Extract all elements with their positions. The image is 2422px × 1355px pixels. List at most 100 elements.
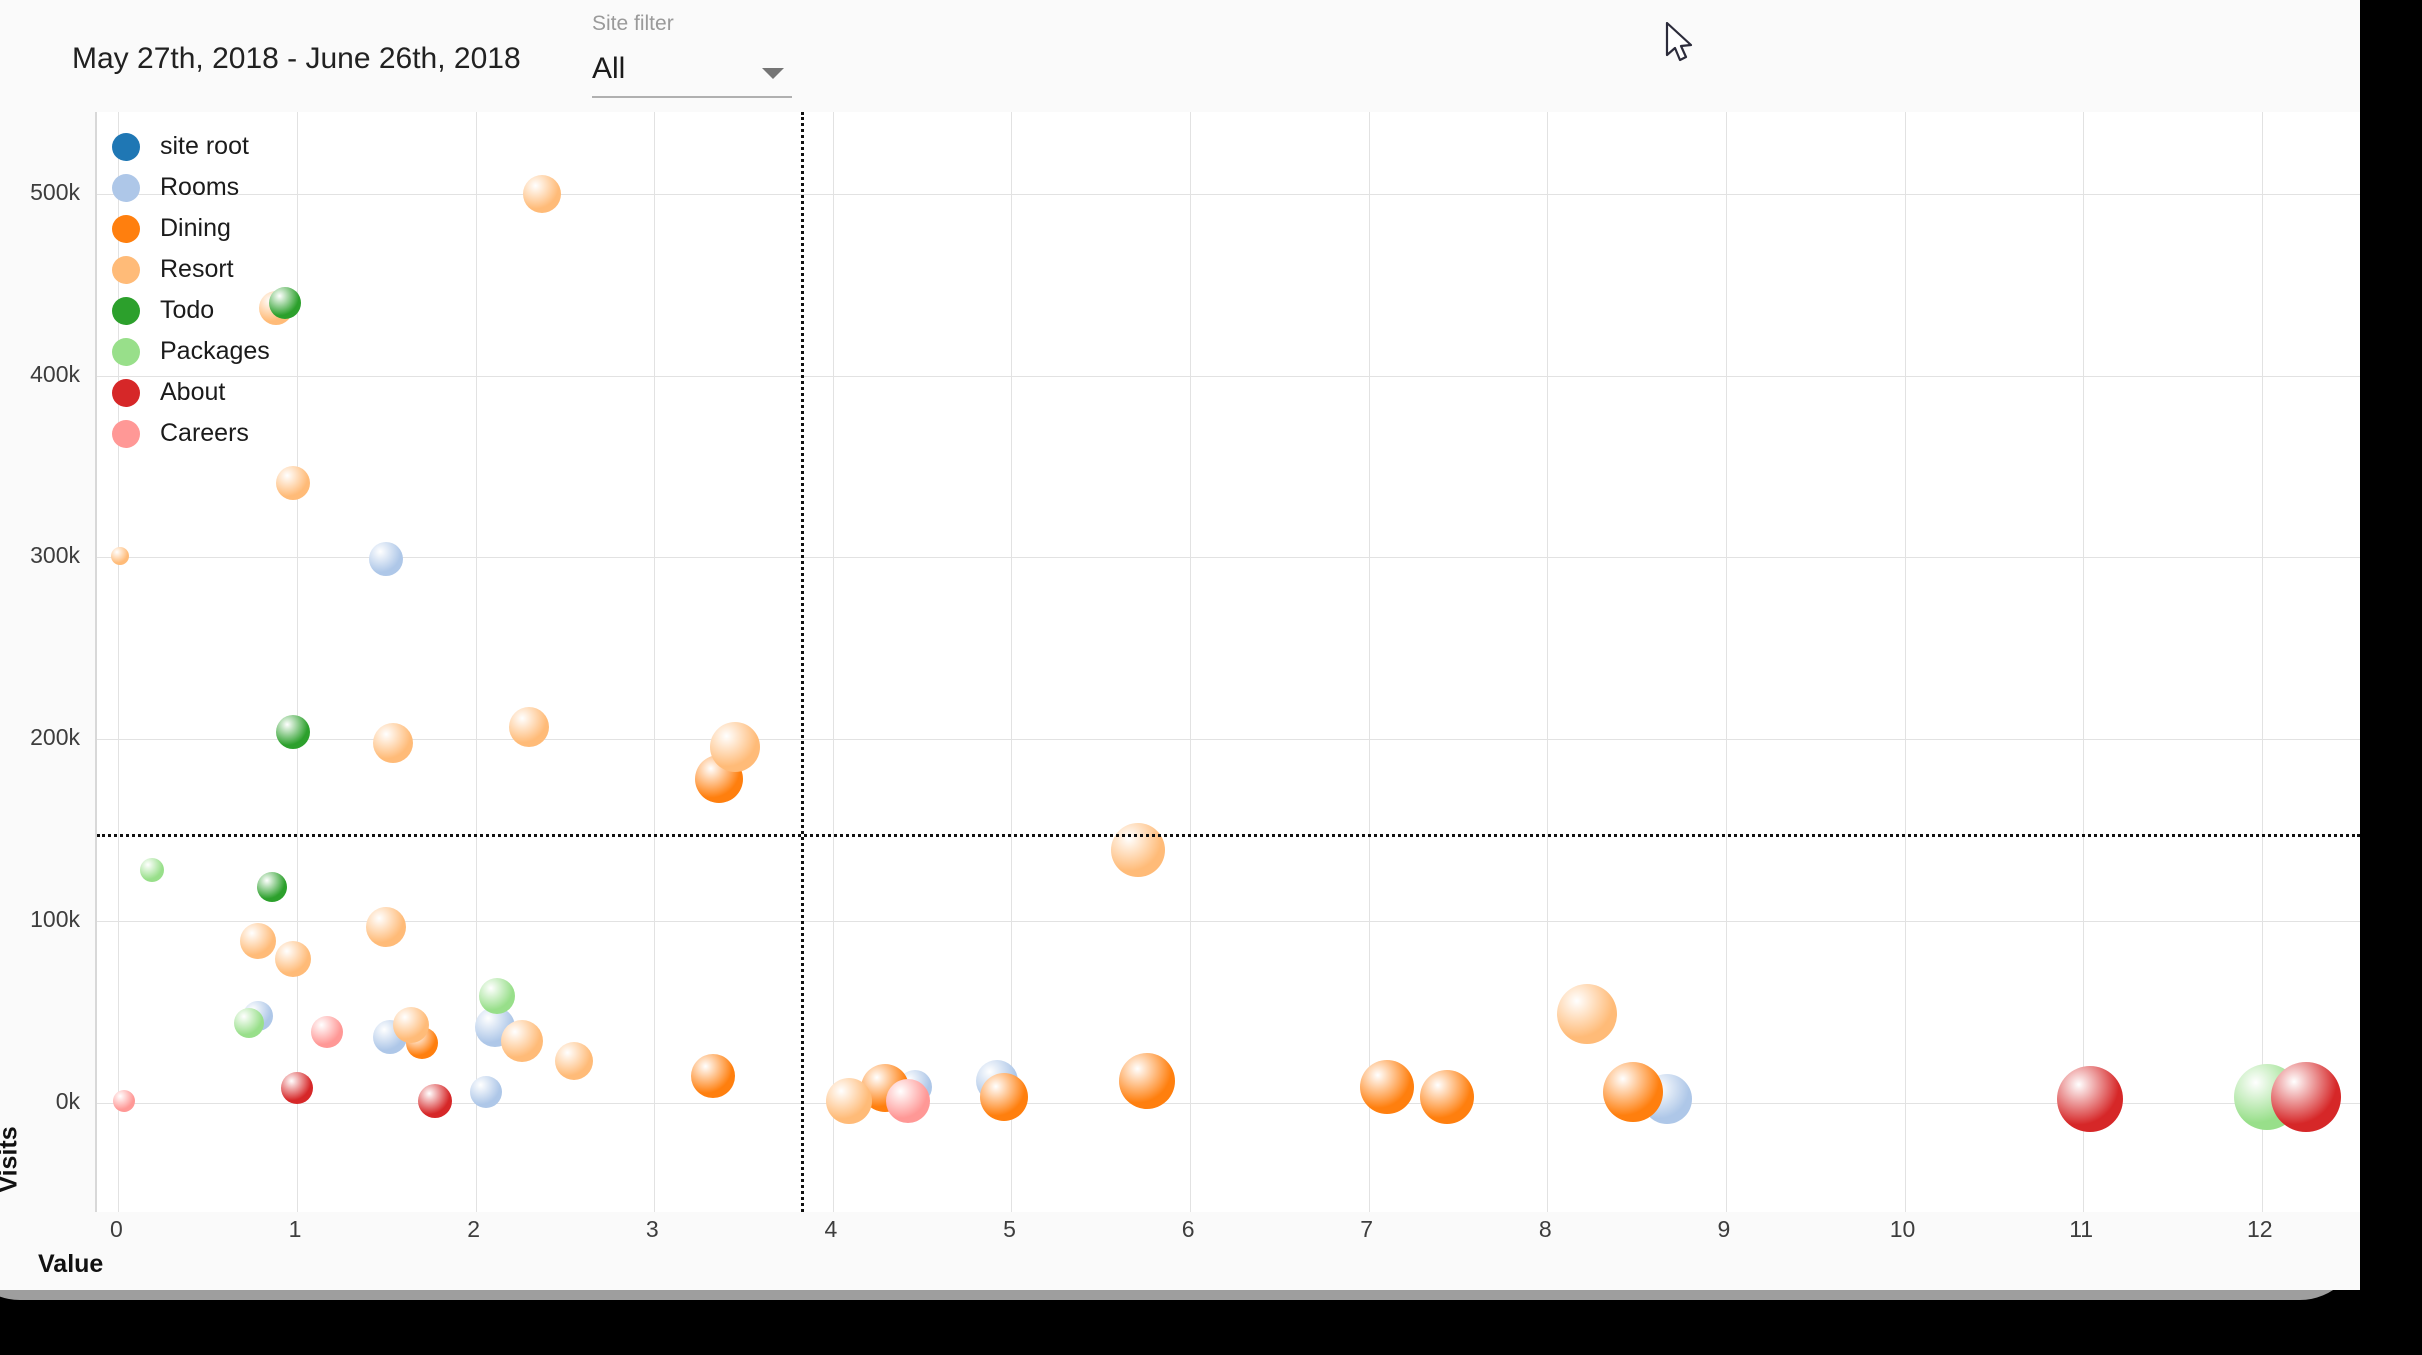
legend-item-resort[interactable]: Resort [112,249,270,290]
legend-item-about[interactable]: About [112,372,270,413]
y-axis-title: Visits [0,1126,23,1193]
x-axis-ticks: 0 1 2 3 4 5 6 7 8 9 10 11 12 [95,1216,2360,1252]
bubble-chart-plot[interactable] [95,112,2360,1212]
bubble-data-point[interactable] [281,1072,314,1105]
legend-item-packages[interactable]: Packages [112,331,270,372]
bubble-data-point[interactable] [825,1078,872,1125]
gridline-vertical [1368,112,1370,1212]
bubble-data-point[interactable] [275,941,312,978]
gridline-vertical [1547,112,1549,1212]
legend-item-label: About [160,378,226,406]
legend-item-label: Careers [160,419,249,447]
gridline-vertical [2083,112,2085,1212]
x-axis-tick-label: 2 [467,1216,481,1242]
gridline-horizontal [97,193,2360,195]
gridline-vertical [1904,112,1906,1212]
screen-root: May 27th, 2018 - June 26th, 2018 Site fi… [0,0,2422,1355]
bubble-data-point[interactable] [522,174,561,213]
legend-item-label: Rooms [160,173,240,201]
legend-swatch-icon [112,173,140,202]
bubble-data-point[interactable] [112,1090,135,1113]
legend-item-rooms[interactable]: Rooms [112,167,270,208]
legend-swatch-icon [112,337,140,366]
bubble-data-point[interactable] [257,871,288,902]
bubble-data-point[interactable] [268,286,301,319]
gridline-vertical [1725,112,1727,1212]
legend-swatch-icon [112,378,140,407]
legend-item-dining[interactable]: Dining [112,208,270,249]
bubble-data-point[interactable] [2057,1066,2124,1133]
gridline-vertical [475,112,477,1212]
site-filter-select[interactable]: All [592,50,792,98]
legend-item-label: Todo [160,296,215,324]
bubble-data-point[interactable] [479,977,516,1014]
y-axis-tick-label: 400k [30,360,80,387]
x-axis-tick-label: 1 [288,1216,302,1242]
bubble-data-point[interactable] [417,1084,452,1119]
gridline-vertical [1190,112,1192,1212]
gridline-vertical [654,112,656,1212]
y-axis-tick-label: 100k [30,906,80,933]
bubble-data-point[interactable] [276,465,311,500]
bubble-data-point[interactable] [233,1007,264,1038]
bubble-data-point[interactable] [140,858,165,883]
x-axis-tick-label: 0 [110,1216,123,1242]
x-axis-tick-label: 6 [1181,1216,1195,1242]
legend-swatch-icon [112,296,140,325]
y-axis-tick-label: 0k [55,1087,80,1114]
bubble-data-point[interactable] [393,1006,430,1043]
site-filter-value: All [592,52,626,85]
date-range-label: May 27th, 2018 - June 26th, 2018 [72,42,521,75]
bubble-data-point[interactable] [980,1073,1029,1122]
gridline-vertical [297,112,299,1212]
dashboard-header: May 27th, 2018 - June 26th, 2018 Site fi… [0,0,2360,112]
x-axis-tick-label: 4 [824,1216,838,1242]
bubble-data-point[interactable] [1603,1062,1664,1122]
bubble-data-point[interactable] [1359,1059,1414,1114]
bubble-data-point[interactable] [885,1079,930,1124]
bubble-data-point[interactable] [1556,983,1617,1044]
bubble-data-point[interactable] [709,721,760,772]
bubble-data-point[interactable] [276,715,311,749]
chart-legend: site root Rooms Dining Resort Todo Packages Ab… [112,126,270,454]
legend-item-careers[interactable]: Careers [112,413,270,454]
bubble-data-point[interactable] [311,1016,344,1048]
x-axis-tick-label: 5 [1003,1216,1016,1242]
y-axis-tick-label: 200k [30,724,80,751]
legend-item-todo[interactable]: Todo [112,290,270,331]
gridline-vertical [1011,112,1013,1212]
site-filter-control-group[interactable]: Site filter All [592,12,792,98]
bubble-data-point[interactable] [369,542,404,577]
gridline-horizontal [97,375,2360,377]
x-axis-tick-label: 10 [1889,1216,1916,1242]
bubble-data-point[interactable] [554,1042,593,1081]
legend-item-label: Packages [160,337,270,365]
x-axis-title: Value [38,1250,104,1278]
chevron-down-icon[interactable] [762,68,784,79]
bubble-data-point[interactable] [691,1053,736,1098]
bubble-data-point[interactable] [373,722,414,763]
gridline-horizontal [97,557,2360,559]
bubble-data-point[interactable] [509,706,550,747]
x-axis-tick-label: 12 [2246,1216,2273,1242]
x-axis-tick-label: 8 [1538,1216,1552,1242]
site-filter-label: Site filter [592,12,674,35]
bubble-data-point[interactable] [1111,823,1166,878]
gridline-horizontal [97,739,2360,741]
gridline-horizontal [97,921,2360,923]
x-axis-tick-label: 9 [1717,1216,1731,1242]
y-axis-ticks: 0k 100k 200k 300k 400k 500k [0,112,80,1212]
bubble-data-point[interactable] [239,923,276,960]
bubble-data-point[interactable] [1119,1053,1176,1110]
bubble-data-point[interactable] [1420,1070,1475,1125]
gridline-vertical [2261,112,2263,1212]
bubble-data-point[interactable] [366,906,407,947]
legend-item-label: Resort [160,255,234,283]
reference-line-horizontal [97,833,2360,837]
legend-swatch-icon [112,255,140,284]
gridline-vertical [832,112,834,1212]
bubble-data-point[interactable] [501,1020,544,1063]
bubble-data-point[interactable] [2271,1062,2342,1133]
legend-item-site-root[interactable]: site root [112,126,270,167]
bubble-data-point[interactable] [111,546,130,565]
